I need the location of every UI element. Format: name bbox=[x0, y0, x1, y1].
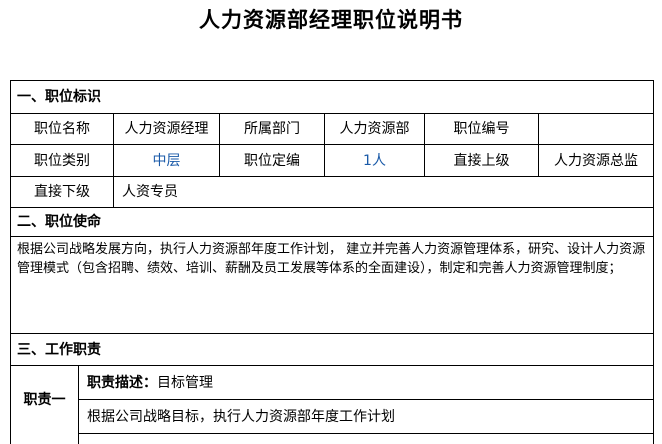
value-direct-superior: 人力资源总监 bbox=[554, 152, 638, 169]
mission-text: 根据公司战略发展方向，执行人力资源部年度工作计划， 建立并完善人力资源管理体系，… bbox=[17, 242, 646, 276]
label-position-name: 职位名称 bbox=[34, 121, 90, 137]
value-position-code bbox=[539, 114, 653, 144]
label-direct-subordinate: 直接下级 bbox=[34, 184, 90, 200]
duty-description-value: 目标管理 bbox=[157, 374, 213, 391]
value-headcount: 1人 bbox=[363, 152, 386, 169]
value-direct-subordinate: 人资专员 bbox=[122, 184, 178, 200]
label-headcount: 职位定编 bbox=[244, 152, 300, 169]
table-border-right bbox=[653, 80, 654, 444]
label-direct-superior: 直接上级 bbox=[453, 152, 510, 169]
document-title: 人力资源部经理职位说明书 bbox=[199, 7, 463, 32]
duty-one-description: 职责描述： 目标管理 bbox=[79, 366, 653, 399]
section-heading-mission: 二、职位使命 bbox=[17, 214, 101, 230]
row-divider bbox=[10, 236, 654, 237]
row-divider bbox=[78, 433, 654, 434]
value-department: 人力资源部 bbox=[339, 121, 410, 137]
duty-one-detail: 根据公司战略目标，执行人力资源部年度工作计划 bbox=[87, 408, 395, 425]
value-position-category: 中层 bbox=[152, 152, 181, 169]
section-heading-identification: 一、职位标识 bbox=[17, 89, 101, 105]
label-department: 所属部门 bbox=[244, 121, 300, 137]
duty-description-label: 职责描述： bbox=[87, 374, 157, 391]
duty-one-label: 职责一 bbox=[23, 392, 66, 408]
label-position-category: 职位类别 bbox=[34, 152, 90, 169]
label-position-code: 职位编号 bbox=[453, 121, 510, 137]
section-heading-duties: 三、工作职责 bbox=[17, 341, 101, 358]
value-position-name: 人力资源经理 bbox=[124, 121, 209, 137]
